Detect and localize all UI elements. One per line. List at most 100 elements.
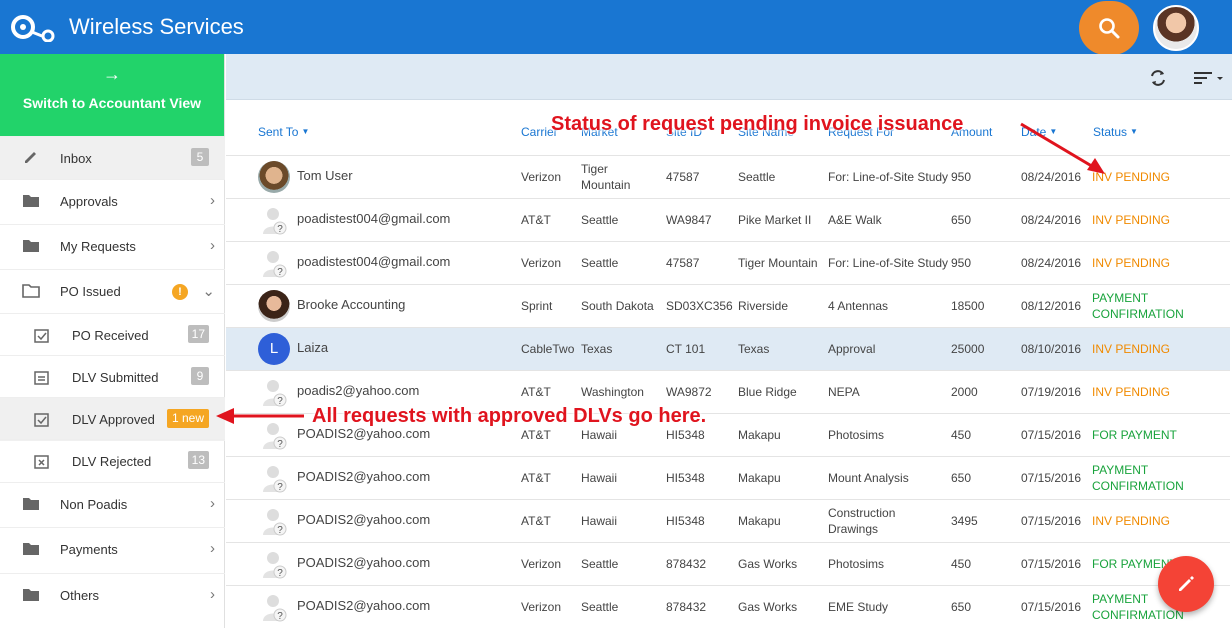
sidebar-item-label: DLV Submitted — [72, 370, 159, 385]
site-name-cell: Blue Ridge — [738, 385, 797, 399]
site-id-cell: WA9847 — [666, 213, 712, 227]
table-row[interactable]: L Laiza CableTwo Texas CT 101 Texas Approval 25… — [226, 327, 1230, 370]
annotation-status-note: Status of request pending invoice issuan… — [551, 113, 964, 135]
search-button[interactable] — [1079, 1, 1139, 55]
switch-to-accountant-view-button[interactable]: → Switch to Accountant View — [0, 54, 224, 136]
sidebar-item-approvals[interactable]: Approvals › — [0, 179, 225, 223]
folder-open-icon — [22, 284, 40, 298]
date-cell: 08/24/2016 — [1021, 213, 1082, 227]
chevron-right-icon: › — [210, 495, 215, 512]
sidebar-item-label: DLV Rejected — [72, 454, 152, 469]
carrier-cell: AT&T — [521, 385, 551, 399]
carrier-cell: Verizon — [521, 600, 562, 614]
sidebar-item-label: Non Poadis — [60, 497, 128, 512]
pencil-icon — [1179, 576, 1194, 591]
sort-caret-icon: ▼ — [301, 127, 310, 136]
status-cell: INV PENDING — [1092, 342, 1171, 356]
requests-table: Sent To ▼ Carrier Market Site ID Site Nam… — [226, 100, 1232, 628]
table-row[interactable]: Brooke Accounting Sprint South Dakota SD03X… — [226, 284, 1230, 327]
request-for-cell: For: Line-of-Site Study — [828, 256, 949, 270]
sidebar-item-my-requests[interactable]: My Requests › — [0, 224, 225, 268]
site-id-cell: 47587 — [666, 170, 700, 184]
market-cell: Hawaii — [581, 428, 618, 442]
status-cell: INV PENDING — [1092, 514, 1171, 528]
carrier-cell: AT&T — [521, 213, 551, 227]
sidebar-item-dlv-submitted[interactable]: DLV Submitted 9 — [0, 355, 225, 399]
sidebar-item-others[interactable]: Others › — [0, 573, 225, 617]
carrier-cell: Verizon — [521, 256, 562, 270]
site-id-cell: WA9872 — [666, 385, 712, 399]
site-id-cell: SD03XC356 — [666, 299, 733, 313]
request-for-cell: Construction Drawings — [828, 506, 896, 536]
chevron-right-icon: › — [210, 237, 215, 254]
table-row[interactable]: ? POADIS2@yahoo.com AT&T Hawaii HI5348 Makapu… — [226, 499, 1230, 542]
table-row[interactable]: ? poadistest004@gmail.com Verizon Seattle 47… — [226, 241, 1230, 284]
dlv-approved-new-badge: 1 new — [166, 409, 209, 428]
sent-to-cell: Tom User — [297, 168, 353, 183]
site-id-cell: HI5348 — [666, 428, 705, 442]
chevron-right-icon: › — [210, 192, 215, 209]
sidebar-item-po-issued[interactable]: PO Issued ! ⌄ — [0, 269, 225, 313]
sidebar-item-label: Others — [60, 588, 100, 603]
calendar-check-icon — [34, 329, 49, 343]
site-id-cell: HI5348 — [666, 514, 705, 528]
sidebar: → Switch to Accountant View Inbox 5 Appr… — [0, 54, 225, 628]
request-for-cell: Photosims — [828, 428, 885, 442]
market-cell: Seattle — [581, 600, 619, 614]
amount-cell: 650 — [951, 471, 972, 485]
sidebar-item-po-received[interactable]: PO Received 17 — [0, 313, 225, 357]
date-cell: 07/15/2016 — [1021, 557, 1082, 571]
svg-text:?: ? — [277, 611, 283, 622]
sidebar-item-label: Payments — [60, 542, 118, 557]
date-cell: 07/15/2016 — [1021, 471, 1082, 485]
site-id-cell: 878432 — [666, 557, 707, 571]
compose-fab-button[interactable] — [1158, 556, 1214, 612]
refresh-icon[interactable] — [1148, 68, 1168, 88]
sidebar-item-label: Inbox — [60, 151, 92, 166]
amount-cell: 650 — [951, 213, 972, 227]
sort-icon[interactable] — [1192, 68, 1226, 88]
column-header-sent-to[interactable]: Sent To ▼ — [258, 125, 309, 139]
sidebar-item-payments[interactable]: Payments › — [0, 527, 225, 571]
date-cell: 07/19/2016 — [1021, 385, 1082, 399]
table-row[interactable]: ? POADIS2@yahoo.com AT&T Hawaii HI5348 Makapu… — [226, 456, 1230, 499]
avatar: L — [258, 333, 290, 365]
sidebar-item-dlv-approved[interactable]: DLV Approved 1 new — [0, 397, 225, 441]
request-for-cell: 4 Antennas — [828, 299, 889, 313]
site-name-cell: Tiger Mountain — [738, 256, 818, 270]
site-name-cell: Makapu — [738, 471, 781, 485]
request-for-cell: For: Line-of-Site Study — [828, 170, 949, 184]
dlv-rejected-count-badge: 13 — [187, 451, 209, 469]
sidebar-item-label: Approvals — [60, 194, 118, 209]
user-avatar[interactable] — [1153, 5, 1199, 51]
content-toolbar — [226, 54, 1232, 100]
amount-cell: 3495 — [951, 514, 978, 528]
sidebar-item-dlv-rejected[interactable]: DLV Rejected 13 — [0, 439, 225, 483]
folder-icon — [23, 543, 39, 555]
svg-text:?: ? — [277, 267, 283, 278]
search-icon — [1099, 18, 1120, 39]
sidebar-item-inbox[interactable]: Inbox 5 — [0, 136, 225, 180]
site-name-cell: Seattle — [738, 170, 776, 184]
amount-cell: 950 — [951, 170, 972, 184]
pencil-icon — [25, 152, 36, 163]
site-name-cell: Gas Works — [738, 600, 798, 614]
table-row[interactable]: ? POADIS2@yahoo.com Verizon Seattle 878432 Ga… — [226, 585, 1230, 628]
calendar-check-icon — [34, 413, 49, 427]
sidebar-item-label: PO Received — [72, 328, 149, 343]
site-id-cell: CT 101 — [666, 342, 706, 356]
sent-to-cell: Laiza — [297, 340, 329, 355]
carrier-cell: Verizon — [521, 170, 562, 184]
table-row[interactable]: ? poadistest004@gmail.com AT&T Seattle WA984… — [226, 198, 1230, 241]
sent-to-cell: POADIS2@yahoo.com — [297, 598, 431, 613]
date-cell: 07/15/2016 — [1021, 428, 1082, 442]
market-cell: Seattle — [581, 256, 619, 270]
sidebar-item-non-poadis[interactable]: Non Poadis › — [0, 482, 225, 526]
top-app-bar: Wireless Services — [0, 0, 1232, 55]
amount-cell: 18500 — [951, 299, 985, 313]
table-row[interactable]: ? POADIS2@yahoo.com Verizon Seattle 878432 Ga… — [226, 542, 1230, 585]
market-cell: Seattle — [581, 213, 619, 227]
chevron-down-icon: ⌄ — [202, 283, 215, 300]
sidebar-item-label: My Requests — [60, 239, 136, 254]
header-label: Sent To — [258, 125, 299, 139]
